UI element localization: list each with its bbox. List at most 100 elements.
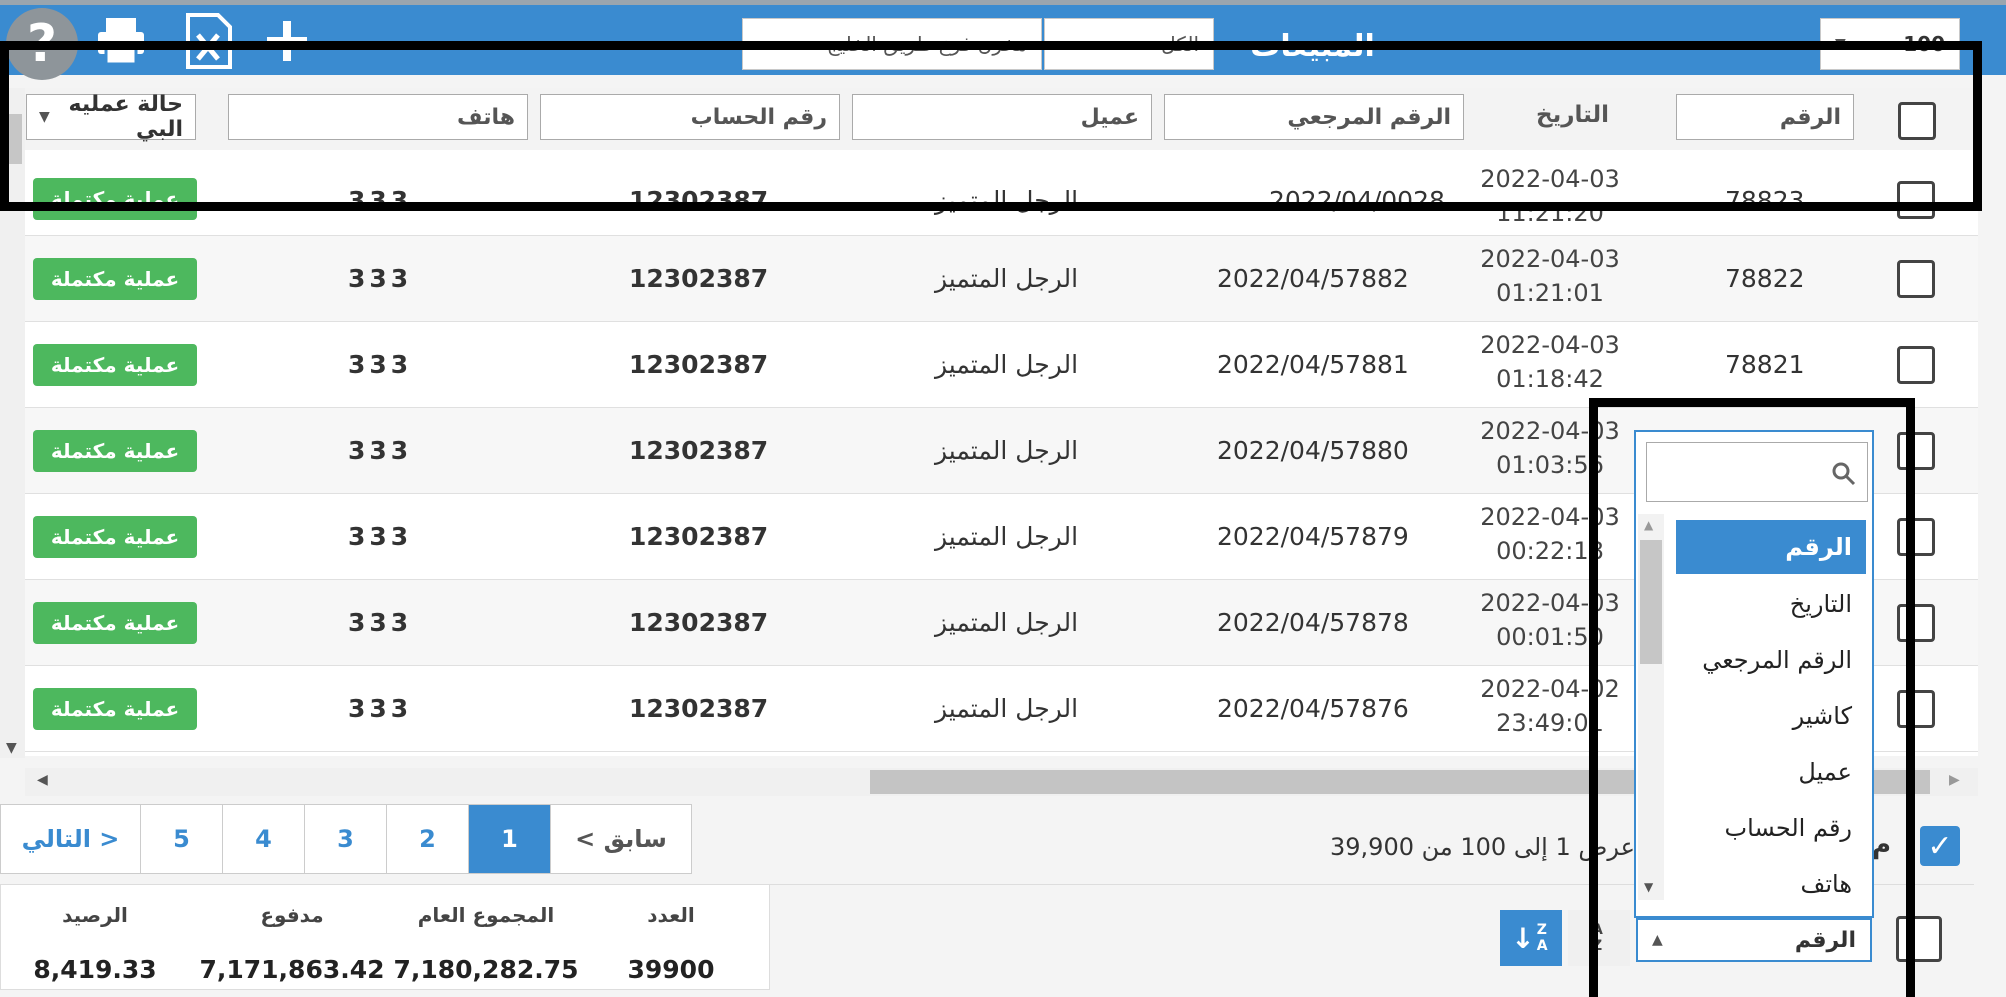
vertical-scrollbar[interactable]: ▼ — [0, 88, 25, 758]
sort-desc-button[interactable]: ↓ Z A — [1500, 910, 1562, 966]
table-row[interactable]: 78821 2022-04-03 01:18:42 2022/04/57881 ا… — [25, 322, 1978, 408]
row-date: 2022-04-03 — [1480, 331, 1620, 359]
table-row[interactable]: 78823 2022-04-03 11:21:20 2022/04/0028 ال… — [25, 150, 1978, 236]
row-customer: الرجل المتميز — [935, 694, 1079, 723]
option-customer[interactable]: عميل — [1798, 758, 1852, 786]
sales-screen: ? مخزن فرع طريق الخليج الكل المبيعات ▼ 1… — [0, 0, 2006, 997]
status-badge: عملية مكتملة — [33, 516, 197, 558]
row-reference: 2022/04/57882 — [1217, 264, 1409, 293]
status-badge: عملية مكتملة — [33, 258, 197, 300]
status-filter-value: الكل — [1161, 32, 1199, 56]
status-badge: عملية مكتملة — [33, 430, 197, 472]
vertical-scroll-thumb[interactable] — [3, 114, 22, 164]
excel-export-icon[interactable] — [180, 12, 238, 70]
row-checkbox[interactable] — [1897, 518, 1935, 556]
status-badge: عملية مكتملة — [33, 178, 197, 220]
row-time: 23:49:01 — [1496, 709, 1604, 737]
sort-asc-button[interactable]: A Z — [1568, 910, 1630, 966]
chevron-up-icon: ▲ — [1652, 932, 1663, 948]
scroll-left-icon[interactable]: ◀ — [37, 772, 48, 788]
dropdown-options: الرقم التاريخ الرقم المرجعي كاشير عميل ر… — [1636, 512, 1872, 902]
help-label: ? — [26, 14, 58, 74]
option-reference[interactable]: الرقم المرجعي — [1702, 646, 1852, 674]
row-customer: الرجل المتميز — [935, 350, 1079, 379]
status-filter-select[interactable]: الكل — [1044, 18, 1214, 70]
row-phone: 333 — [348, 694, 413, 723]
sort-field-value: الرقم — [1794, 927, 1856, 953]
scroll-right-icon[interactable]: ▶ — [1949, 772, 1960, 788]
page-4-button[interactable]: 4 — [223, 805, 305, 873]
row-checkbox[interactable] — [1897, 604, 1935, 642]
row-reference: 2022/04/57876 — [1217, 694, 1409, 723]
row-checkbox[interactable] — [1897, 181, 1935, 219]
summary-total-label: المجموع العام — [417, 903, 555, 927]
row-time: 01:21:01 — [1496, 279, 1604, 307]
row-checkbox[interactable] — [1897, 260, 1935, 298]
select-all-checkbox[interactable] — [1898, 102, 1936, 140]
filter-status[interactable]: حالة عمليه البي ▼ — [26, 92, 196, 142]
row-account: 12302387 — [629, 350, 769, 379]
row-checkbox[interactable] — [1897, 432, 1935, 470]
chevron-down-icon: ▼ — [39, 109, 50, 125]
page-size-select[interactable]: ▼ 100 — [1820, 18, 1960, 70]
bottom-checkbox[interactable] — [1896, 916, 1942, 962]
filter-number[interactable]: الرقم — [1676, 94, 1854, 140]
summary-count-label: العدد — [647, 903, 695, 927]
filter-reference[interactable]: الرقم المرجعي — [1164, 94, 1464, 140]
sort-field-select[interactable]: الرقم ▲ — [1636, 918, 1872, 962]
help-icon[interactable]: ? — [6, 8, 78, 80]
option-date[interactable]: التاريخ — [1790, 590, 1852, 618]
option-account[interactable]: رقم الحساب — [1725, 814, 1852, 842]
status-badge: عملية مكتملة — [33, 602, 197, 644]
row-time: 00:22:18 — [1496, 537, 1604, 565]
table-header: الرقم التاريخ الرقم المرجعي عميل رقم الح… — [0, 88, 1978, 156]
prev-page-button[interactable]: < سابق — [551, 805, 691, 873]
next-page-button[interactable]: التالي > — [1, 805, 141, 873]
table-row[interactable]: 78822 2022-04-03 01:21:01 2022/04/57882 ا… — [25, 236, 1978, 322]
page-5-button[interactable]: 5 — [141, 805, 223, 873]
page-size-value: 100 — [1903, 32, 1945, 56]
branch-select[interactable]: مخزن فرع طريق الخليج — [742, 18, 1042, 70]
option-phone[interactable]: هاتف — [1801, 870, 1853, 898]
dropdown-search-input[interactable] — [1646, 442, 1868, 502]
row-number: 78822 — [1725, 264, 1805, 293]
page-3-button[interactable]: 3 — [305, 805, 387, 873]
summary-balance: 8,419.33 — [33, 955, 157, 984]
page-2-button[interactable]: 2 — [387, 805, 469, 873]
row-reference: 2022/04/57879 — [1217, 522, 1409, 551]
row-checkbox[interactable] — [1897, 346, 1935, 384]
row-reference: 2022/04/57880 — [1217, 436, 1409, 465]
filter-phone[interactable]: هاتف — [228, 94, 528, 140]
option-number[interactable]: الرقم — [1676, 520, 1866, 574]
filter-customer[interactable]: عميل — [852, 94, 1152, 140]
filter-account[interactable]: رقم الحساب — [540, 94, 840, 140]
row-phone: 333 — [348, 186, 413, 215]
option-cashier[interactable]: كاشير — [1793, 702, 1852, 730]
header-date: التاريخ — [1536, 102, 1609, 128]
row-account: 12302387 — [629, 694, 769, 723]
summary-panel: العدد 39900 المجموع العام 7,180,282.75 م… — [0, 884, 770, 990]
page-1-button[interactable]: 1 — [469, 805, 551, 873]
pagination: التالي > 5 4 3 2 1 < سابق — [0, 804, 692, 874]
row-phone: 333 — [348, 608, 413, 637]
select-page-checkbox[interactable]: ✓ — [1920, 826, 1960, 866]
header-customer: عميل — [1080, 104, 1139, 130]
search-icon — [1832, 462, 1856, 486]
add-icon[interactable] — [258, 12, 316, 70]
header-account: رقم الحساب — [690, 104, 827, 130]
row-phone: 333 — [348, 264, 413, 293]
row-checkbox[interactable] — [1897, 690, 1935, 728]
row-date: 2022-04-03 — [1480, 165, 1620, 193]
row-date: 2022-04-03 — [1480, 503, 1620, 531]
scroll-down-icon[interactable]: ▼ — [6, 740, 17, 756]
row-phone: 333 — [348, 522, 413, 551]
row-date: 2022-04-03 — [1480, 245, 1620, 273]
row-phone: 333 — [348, 436, 413, 465]
status-badge: عملية مكتملة — [33, 344, 197, 386]
print-icon[interactable] — [92, 12, 150, 70]
sort-asc-label: A Z — [1592, 922, 1603, 954]
status-badge: عملية مكتملة — [33, 688, 197, 730]
row-date: 2022-04-03 — [1480, 589, 1620, 617]
summary-total: 7,180,282.75 — [393, 955, 579, 984]
window-strip — [0, 0, 2006, 5]
